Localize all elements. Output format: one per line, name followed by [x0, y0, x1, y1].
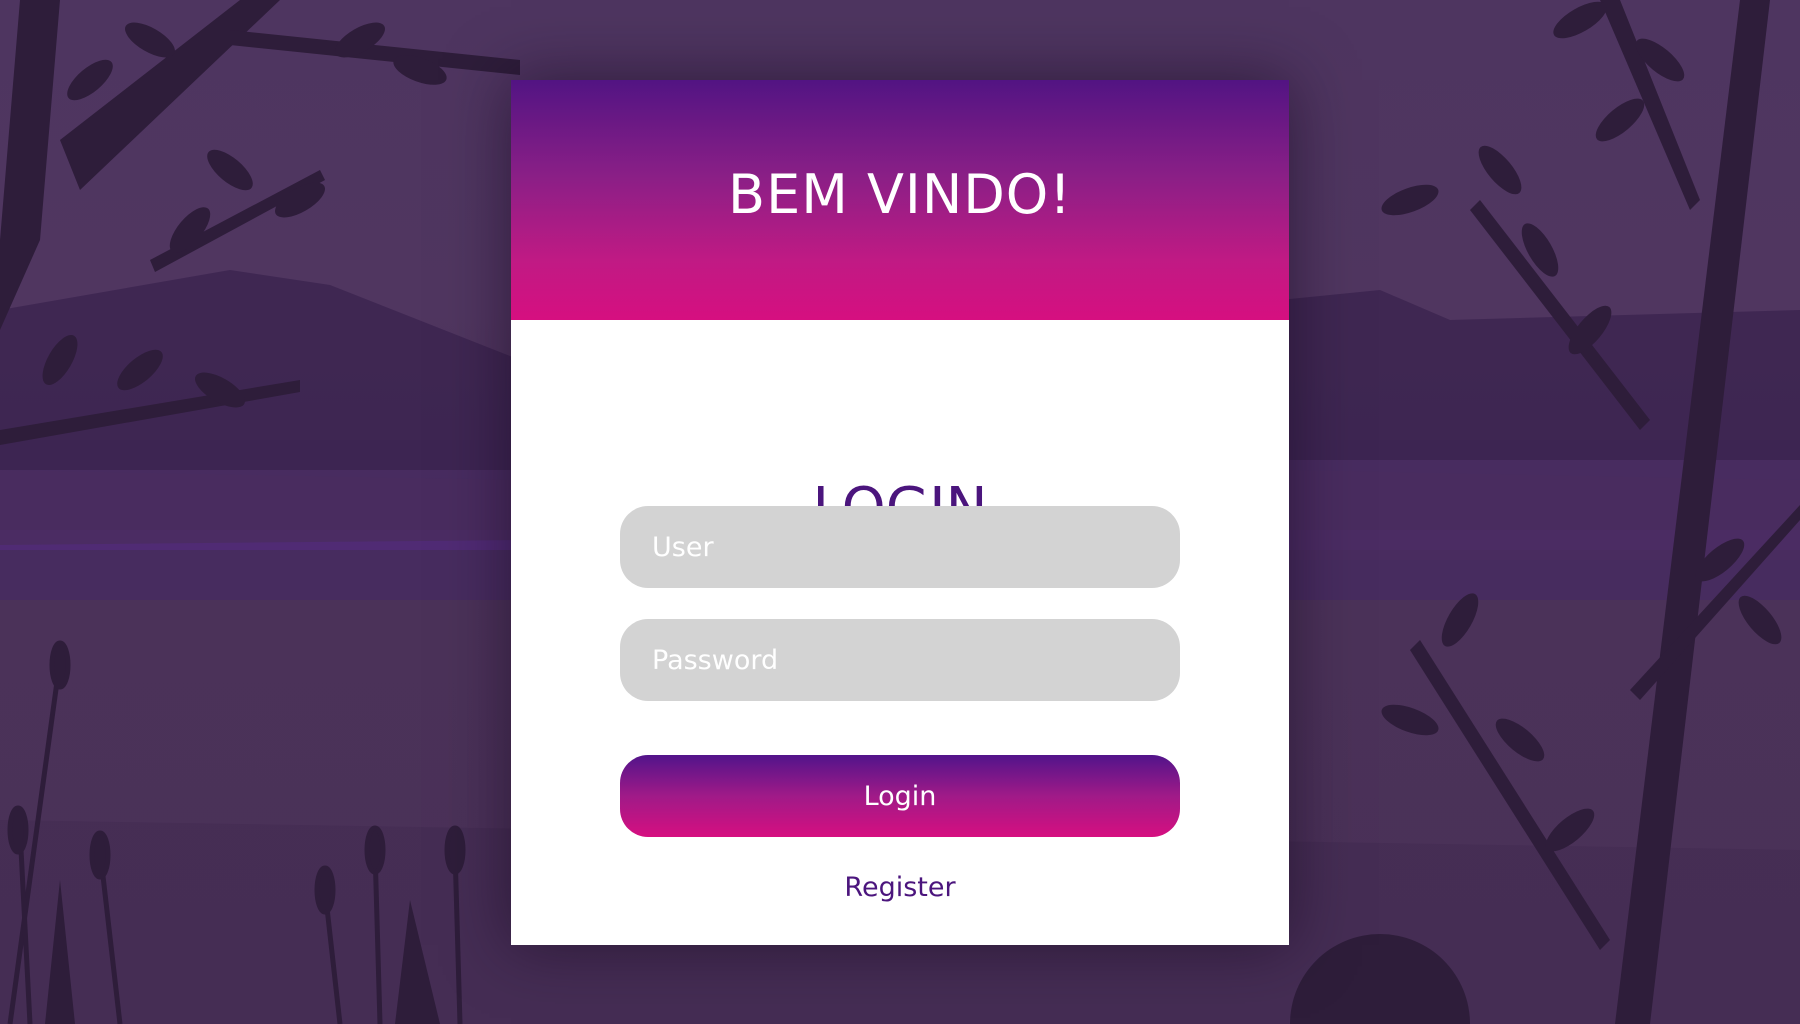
- register-link[interactable]: Register: [844, 872, 955, 903]
- register-container: Register: [511, 868, 1289, 908]
- user-input[interactable]: [620, 506, 1180, 588]
- login-card: BEM VINDO! LOGIN Login Register: [511, 80, 1289, 945]
- password-input[interactable]: [620, 619, 1180, 701]
- login-button-label: Login: [863, 780, 937, 812]
- welcome-banner: BEM VINDO!: [511, 80, 1289, 320]
- login-button[interactable]: Login: [620, 755, 1180, 837]
- welcome-title: BEM VINDO!: [728, 162, 1072, 226]
